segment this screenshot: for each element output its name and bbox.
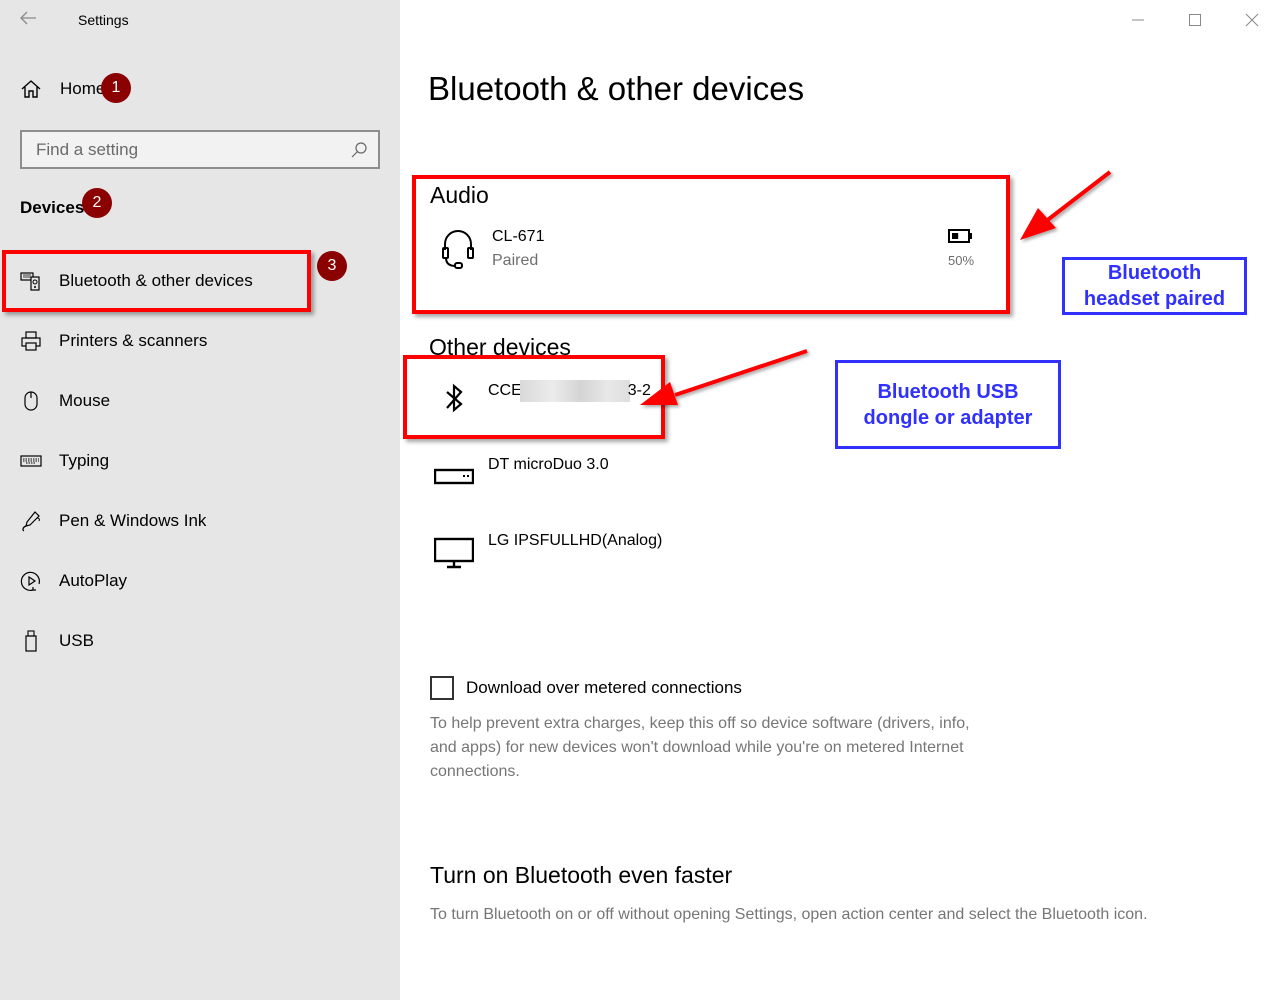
battery-indicator: 50% xyxy=(948,228,974,268)
home-label: Home xyxy=(60,79,106,98)
minimize-icon xyxy=(1131,19,1144,21)
pen-icon xyxy=(20,510,42,532)
app-title: Settings xyxy=(78,12,129,28)
back-button[interactable] xyxy=(18,8,42,32)
sidebar-item-label: AutoPlay xyxy=(59,571,128,590)
device-dt-microduo[interactable]: DT microDuo 3.0 xyxy=(434,456,609,496)
other-devices-group-title: Other devices xyxy=(429,334,571,360)
search-icon xyxy=(351,142,367,158)
callout-dongle-text: Bluetooth USB dongle or adapter xyxy=(863,380,1033,429)
device-name: LG IPSFULLHD(Analog) xyxy=(488,532,663,549)
bluetooth-devices-icon xyxy=(20,270,42,292)
usb-icon xyxy=(20,630,42,652)
close-button[interactable] xyxy=(1223,0,1280,40)
search-input[interactable] xyxy=(36,140,336,160)
sidebar-item-mouse[interactable]: Mouse xyxy=(0,371,400,431)
device-name-start: CCE xyxy=(488,382,522,400)
metered-help-text: To help prevent extra charges, keep this… xyxy=(430,715,970,780)
device-audio-cl671[interactable]: CL-671 Paired xyxy=(438,228,544,270)
redacted-blur xyxy=(519,380,630,402)
device-lg-monitor[interactable]: LG IPSFULLHD(Analog) xyxy=(434,532,662,572)
back-arrow-icon xyxy=(20,11,36,25)
keyboard-icon xyxy=(20,450,42,472)
step-badge-2: 2 xyxy=(82,188,112,218)
search-box[interactable] xyxy=(20,130,380,169)
monitor-icon xyxy=(434,532,474,572)
faster-bluetooth-desc: To turn Bluetooth on or off without open… xyxy=(430,906,1148,923)
audio-group-title: Audio xyxy=(430,182,489,208)
page-title: Bluetooth & other devices xyxy=(428,70,805,107)
sidebar-item-autoplay[interactable]: AutoPlay xyxy=(0,551,400,611)
usb-drive-icon xyxy=(434,456,474,496)
battery-percent: 50% xyxy=(948,253,975,268)
callout-headset-text: Bluetooth headset paired xyxy=(1083,262,1226,310)
sidebar: Settings Home Devices Bluetooth & other … xyxy=(0,0,400,1000)
home-link[interactable]: Home xyxy=(20,78,105,100)
maximize-icon xyxy=(1188,14,1201,26)
headset-icon xyxy=(438,228,478,269)
sidebar-nav: Bluetooth & other devices Printers & sca… xyxy=(0,251,400,671)
device-name: DT microDuo 3.0 xyxy=(488,456,609,473)
callout-headset-paired: Bluetooth headset paired xyxy=(1062,257,1247,315)
metered-connections-label: Download over metered connections xyxy=(466,678,742,697)
window-controls xyxy=(1109,0,1280,40)
sidebar-item-printers[interactable]: Printers & scanners xyxy=(0,311,400,371)
mouse-icon xyxy=(20,390,42,412)
sidebar-item-label: Bluetooth & other devices xyxy=(59,271,253,290)
sidebar-item-label: Mouse xyxy=(59,391,111,410)
bluetooth-icon xyxy=(434,380,474,420)
faster-bluetooth-title: Turn on Bluetooth even faster xyxy=(430,862,733,888)
sidebar-item-label: Pen & Windows Ink xyxy=(59,511,207,530)
home-icon xyxy=(21,80,41,98)
metered-connections-checkbox[interactable] xyxy=(430,676,454,700)
device-bluetooth-adapter[interactable]: CCE 3-2 xyxy=(434,380,651,420)
sidebar-item-pen[interactable]: Pen & Windows Ink xyxy=(0,491,400,551)
printer-icon xyxy=(20,330,42,352)
step-badge-3: 3 xyxy=(317,251,347,281)
sidebar-item-typing[interactable]: Typing xyxy=(0,431,400,491)
metered-connections-option[interactable]: Download over metered connections xyxy=(430,676,742,700)
main-content: Bluetooth & other devices Audio CL-671 P… xyxy=(400,0,1280,1000)
callout-usb-dongle: Bluetooth USB dongle or adapter xyxy=(835,360,1061,449)
device-name: CL-671 xyxy=(492,228,545,245)
close-icon xyxy=(1245,13,1258,27)
autoplay-icon xyxy=(20,570,42,592)
device-status: Paired xyxy=(492,252,539,269)
maximize-button[interactable] xyxy=(1166,0,1223,40)
sidebar-item-label: USB xyxy=(59,631,94,650)
step-badge-1: 1 xyxy=(101,73,131,103)
section-label-devices: Devices xyxy=(20,198,85,217)
device-name-end: 3-2 xyxy=(627,382,651,400)
sidebar-item-usb[interactable]: USB xyxy=(0,611,400,671)
minimize-button[interactable] xyxy=(1109,0,1166,40)
device-name: CCE 3-2 xyxy=(488,380,651,420)
sidebar-item-label: Printers & scanners xyxy=(59,331,208,350)
battery-icon xyxy=(948,229,973,243)
sidebar-item-label: Typing xyxy=(59,451,110,470)
